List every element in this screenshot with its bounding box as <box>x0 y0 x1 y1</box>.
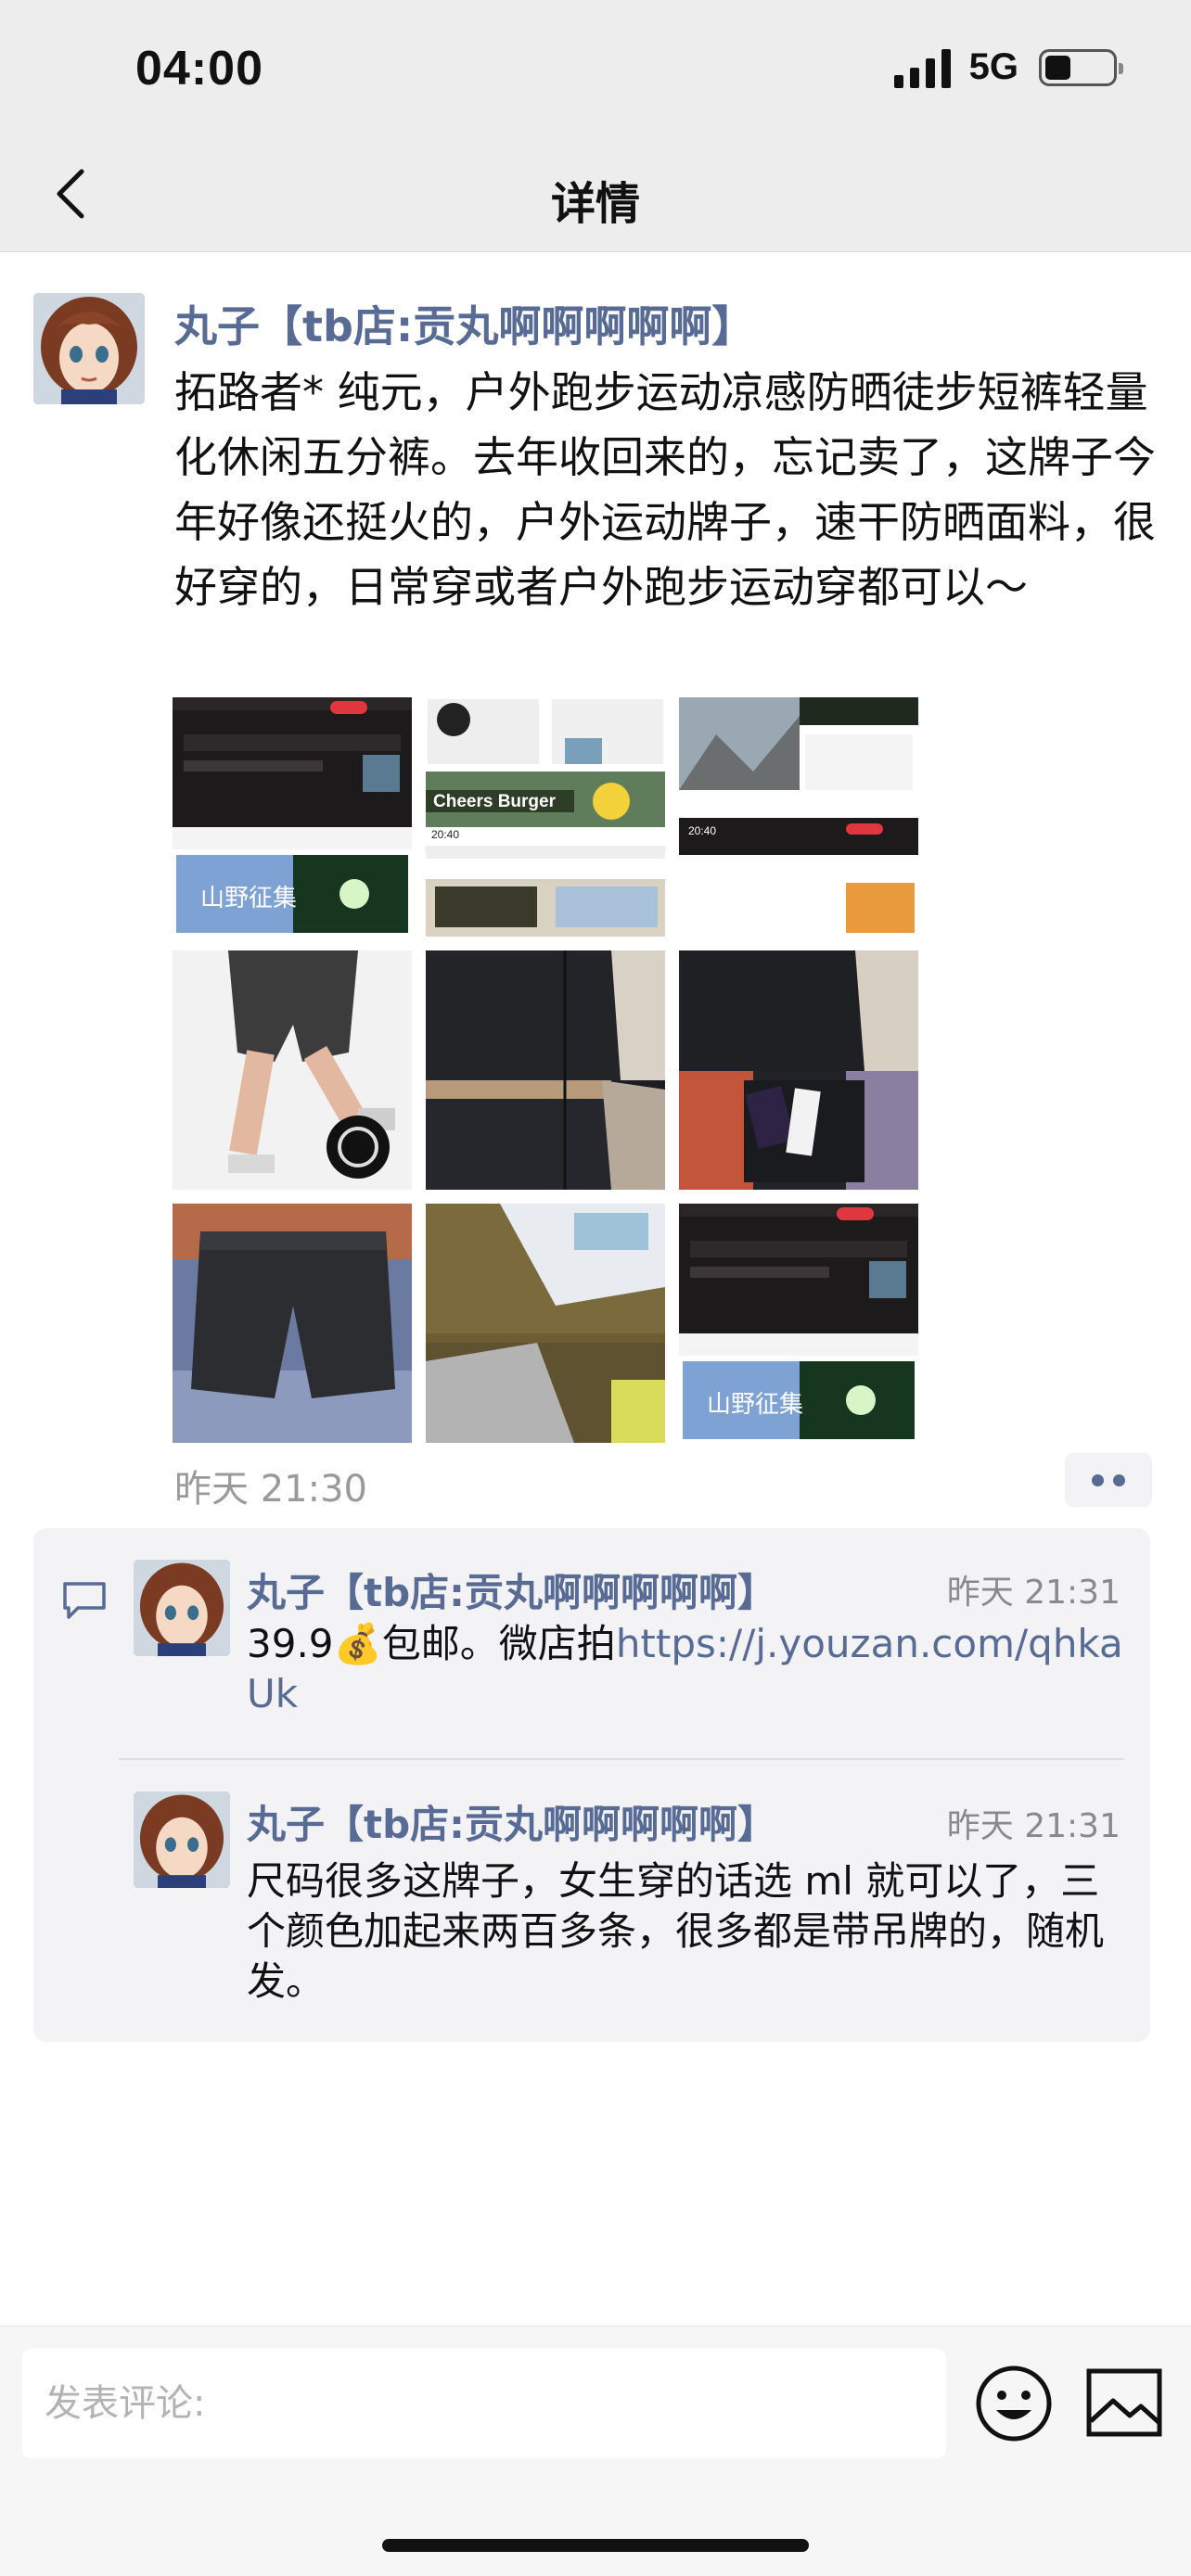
image-icon[interactable] <box>1085 2367 1163 2438</box>
post-avatar[interactable] <box>33 293 145 404</box>
comments-section: 丸子【tb店:贡丸啊啊啊啊啊】 昨天 21:31 39.9💰包邮。微店拍http… <box>33 1528 1150 2042</box>
comment-input[interactable] <box>22 2349 946 2458</box>
post-author[interactable]: 丸子【tb店:贡丸啊啊啊啊啊】 <box>174 293 754 354</box>
status-icons: 5G <box>893 46 1123 88</box>
status-time: 04:00 <box>135 42 263 96</box>
post-image[interactable] <box>426 950 665 1190</box>
clock-text: 20:40 <box>431 828 459 841</box>
banner-text: 山野征集 <box>707 1391 803 1419</box>
emoji-icon[interactable] <box>974 2364 1054 2443</box>
comment-text: 39.9💰包邮。微店拍https://j.youzan.com/qhkaUk <box>247 1619 1137 1719</box>
post-image[interactable] <box>426 1204 665 1443</box>
comment-avatar[interactable] <box>134 1792 230 1888</box>
signal-icon <box>893 47 951 88</box>
banner-text: Cheers Burger <box>433 792 557 811</box>
comment-avatar[interactable] <box>134 1560 230 1656</box>
network-label: 5G <box>968 46 1018 87</box>
avatar-image <box>134 1560 230 1656</box>
post-image[interactable]: 山野征集 <box>173 697 412 937</box>
post-image[interactable]: 山野征集 <box>679 1204 918 1443</box>
page-title: 详情 <box>550 178 640 230</box>
comment-divider <box>119 1758 1124 1760</box>
comment-time: 昨天 21:31 <box>946 1807 1121 1845</box>
dot-icon <box>1113 1473 1125 1486</box>
post-image[interactable]: Cheers Burger 20:40 <box>426 697 665 937</box>
post-time: 昨天 21:30 <box>174 1468 367 1511</box>
home-indicator[interactable] <box>382 2539 809 2552</box>
comment-time: 昨天 21:31 <box>946 1574 1121 1612</box>
post-image[interactable] <box>173 950 412 1190</box>
comment-bubble-icon <box>63 1582 106 1619</box>
post-image[interactable] <box>679 950 918 1190</box>
post-image[interactable]: 20:40 <box>679 697 918 937</box>
comment-text: 尺码很多这牌子，女生穿的话选 ml 就可以了，三个颜色加起来两百多条，很多都是带… <box>247 1858 1105 2004</box>
comment-author[interactable]: 丸子【tb店:贡丸啊啊啊啊啊】 <box>247 1562 776 1618</box>
more-actions-button[interactable] <box>1065 1453 1152 1507</box>
dot-icon <box>1092 1473 1104 1486</box>
battery-icon <box>1039 48 1123 86</box>
clock-text: 20:40 <box>688 824 716 837</box>
comment-author[interactable]: 丸子【tb店:贡丸啊啊啊啊啊】 <box>247 1793 776 1850</box>
image-grid: 山野征集 Cheers Burger 20:40 20:40 山野征集 <box>173 697 918 1443</box>
post-text: 拓路者* 纯元，户外跑步运动凉感防晒徒步短裤轻量化休闲五分裤。去年收回来的，忘记… <box>174 367 1156 612</box>
avatar-image <box>134 1792 230 1888</box>
comment-body: 39.9💰包邮。微店拍 <box>247 1621 616 1666</box>
post-image[interactable] <box>173 1204 412 1443</box>
status-bar: 04:00 5G <box>0 0 1191 139</box>
banner-text: 山野征集 <box>200 885 297 912</box>
nav-bar: 详情 <box>0 139 1191 252</box>
avatar-image <box>33 293 145 404</box>
